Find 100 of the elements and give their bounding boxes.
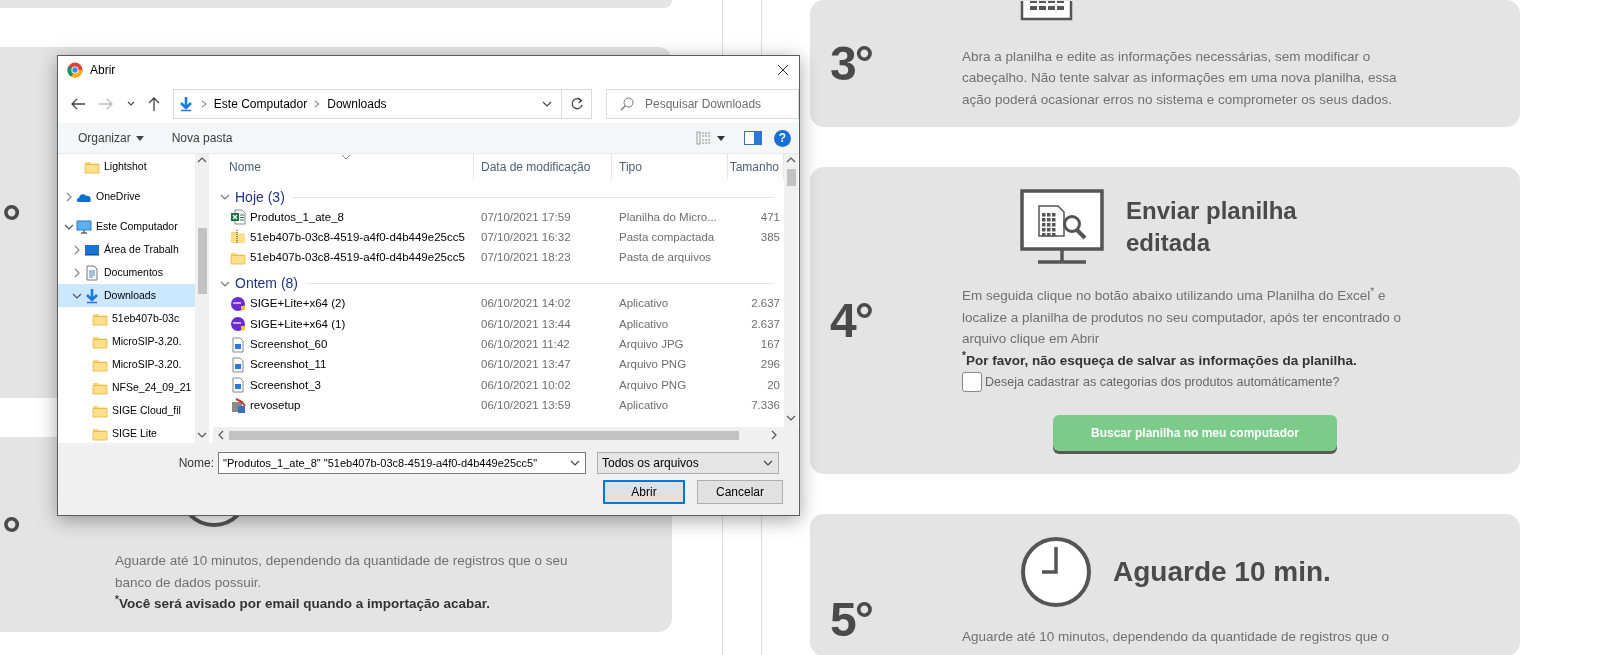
refresh-button[interactable] — [562, 88, 592, 119]
nav-item[interactable]: Lightshot — [58, 155, 195, 178]
nav-item[interactable]: Área de Trabalh — [58, 238, 195, 261]
file-name[interactable]: Screenshot_60 — [250, 336, 328, 354]
scrollbar-thumb[interactable] — [786, 169, 796, 186]
file-date: 07/10/2021 16:32 — [480, 229, 572, 245]
app-icon — [230, 296, 246, 313]
new-folder-button[interactable]: Nova pasta — [168, 129, 236, 147]
file-date: 06/10/2021 13:59 — [480, 397, 572, 413]
sort-icon — [341, 154, 351, 160]
file-type: Arquivo JPG — [618, 337, 685, 352]
file-type: Aplicativo — [618, 397, 670, 413]
nav-item[interactable]: 51eb407b-03c — [58, 307, 195, 330]
nav-item[interactable]: Documentos — [58, 261, 195, 284]
nav-item[interactable]: NFSe_24_09_21 — [58, 376, 195, 399]
caret-icon — [717, 135, 725, 141]
file-type: Planilha do Micro... — [618, 209, 718, 225]
scrollbar-thumb[interactable] — [229, 430, 739, 440]
list-view-icon — [696, 131, 712, 145]
step-description: Aguarde até 10 minutos, dependendo da quantidade de registros que o — [962, 628, 1391, 646]
nav-item[interactable]: Este Computador — [58, 215, 195, 238]
file-date: 06/10/2021 13:44 — [480, 316, 572, 332]
file-name[interactable]: Screenshot_3 — [250, 376, 321, 394]
scrollbar-thumb[interactable] — [197, 228, 207, 294]
nav-item[interactable]: Downloads — [58, 284, 195, 307]
step-description: Abra a planilha e edite as informações necessárias, sem modificar o cabeçalho. Não tente salvar as informações em uma nova planilha, essa ação poderá ocasionar erros no sistema e comprometer os seus dados. — [962, 47, 1398, 109]
file-type: Pasta compactada — [618, 229, 716, 245]
file-type: Pasta de arquivos — [618, 250, 713, 266]
download-icon — [177, 95, 194, 112]
file-size: 296 — [759, 357, 781, 373]
close-icon[interactable] — [777, 64, 789, 76]
scrollbar[interactable] — [195, 154, 209, 443]
nav-item[interactable]: SIGE Cloud_fil — [58, 399, 195, 422]
image-file-icon — [230, 336, 246, 353]
group-header[interactable]: Ontem (8) — [213, 273, 784, 294]
nav-item[interactable]: MicroSIP-3.20. — [58, 353, 195, 376]
scrollbar[interactable] — [784, 154, 798, 427]
image-file-icon — [230, 377, 246, 394]
file-size: 2.637 — [750, 296, 781, 312]
dialog-button[interactable]: Abrir — [603, 480, 685, 504]
image-file-icon — [230, 356, 246, 373]
column-header[interactable]: Tipo — [612, 154, 728, 179]
view-options-button[interactable] — [693, 131, 728, 145]
file-size: 471 — [759, 209, 781, 225]
nav-item[interactable]: OneDrive — [58, 185, 195, 208]
step-note: $^{*}$Por favor, não esqueça de salvar as informações da planilha. — [962, 349, 1358, 370]
column-header[interactable]: Nome — [213, 154, 474, 179]
app-icon — [230, 316, 246, 333]
column-header[interactable]: Data de modificação — [474, 154, 612, 179]
chevron-icon — [313, 98, 322, 109]
document-icon — [84, 264, 100, 281]
file-name[interactable]: Screenshot_11 — [250, 356, 327, 374]
address-bar[interactable]: Este Computador Downloads — [172, 88, 563, 119]
file-date: 06/10/2021 14:02 — [480, 296, 572, 312]
file-name[interactable]: 51eb407b-03c8-4519-a4f0-d4b449e25cc5 — [250, 249, 465, 267]
file-type: Aplicativo — [618, 296, 670, 312]
file-name[interactable]: 51eb407b-03c8-4519-a4f0-d4b449e25cc5 — [250, 228, 465, 247]
spreadsheet-icon — [1020, 0, 1073, 21]
file-type-dropdown[interactable]: Todos os arquivos — [597, 452, 779, 474]
nav-item[interactable]: SIGE Lite — [58, 422, 195, 443]
search-field[interactable]: Pesquisar Downloads — [606, 88, 799, 119]
file-name[interactable]: SIGE+Lite+x64 (1) — [250, 315, 346, 333]
file-type: Arquivo PNG — [618, 357, 688, 373]
breadcrumb[interactable]: Este Computador — [213, 94, 308, 113]
step-description: Em seguida clique no botão abaixo utilizando uma Planilha do Excel$^{*}$ e localize a planilha de produtos no seu computador, após ter encontrado o arquivo clique em Abrir — [962, 285, 1403, 348]
file-size: 2.637 — [750, 316, 781, 332]
nav-item[interactable]: MicroSIP-3.20. — [58, 330, 195, 353]
dialog-title: Abrir — [90, 62, 116, 79]
refresh-icon — [569, 96, 584, 111]
file-size: 167 — [759, 337, 781, 352]
file-size: 20 — [766, 377, 781, 393]
file-date: 07/10/2021 18:23 — [480, 250, 572, 266]
dialog-button[interactable]: Cancelar — [697, 480, 783, 504]
step-note: $^{*}$Você será avisado por email quando a importação acabar. — [115, 593, 492, 614]
breadcrumb[interactable]: Downloads — [327, 94, 387, 113]
file-name-field[interactable]: "Produtos_1_ate_8" "51eb407b-03c8-4519-a4f0-d4b449e25cc5" — [218, 452, 586, 474]
group-header[interactable]: Hoje (3) — [213, 187, 784, 207]
organize-menu[interactable]: Organizar — [75, 129, 147, 147]
file-name[interactable]: Produtos_1_ate_8 — [250, 208, 344, 226]
file-date: 06/10/2021 10:02 — [480, 377, 572, 393]
step-title: Enviar planilha editada — [1126, 196, 1298, 258]
help-button[interactable]: ? — [774, 129, 791, 147]
file-name[interactable]: SIGE+Lite+x64 (2) — [250, 295, 346, 313]
caret-icon — [135, 135, 144, 141]
step-number: 3° — [830, 39, 872, 88]
installer-icon — [230, 397, 246, 414]
file-date: 06/10/2021 13:47 — [480, 357, 572, 373]
step-number: 4° — [830, 296, 872, 345]
file-type: Arquivo PNG — [618, 377, 688, 393]
step-number: ° — [2, 198, 20, 247]
step-description: Aguarde até 10 minutos, dependendo da quantidade de registros que o seu banco de dados possuir. — [115, 552, 569, 592]
checkbox[interactable] — [962, 372, 982, 392]
step-title: Aguarde 10 min. — [1113, 555, 1331, 589]
scrollbar[interactable] — [213, 427, 799, 443]
step-number: ° — [2, 510, 20, 559]
file-date: 07/10/2021 17:59 — [480, 209, 572, 225]
spreadsheet-file-icon — [230, 209, 246, 226]
file-name[interactable]: revosetup — [250, 396, 301, 415]
preview-pane-icon[interactable] — [744, 131, 762, 145]
file-size: 385 — [759, 229, 781, 245]
